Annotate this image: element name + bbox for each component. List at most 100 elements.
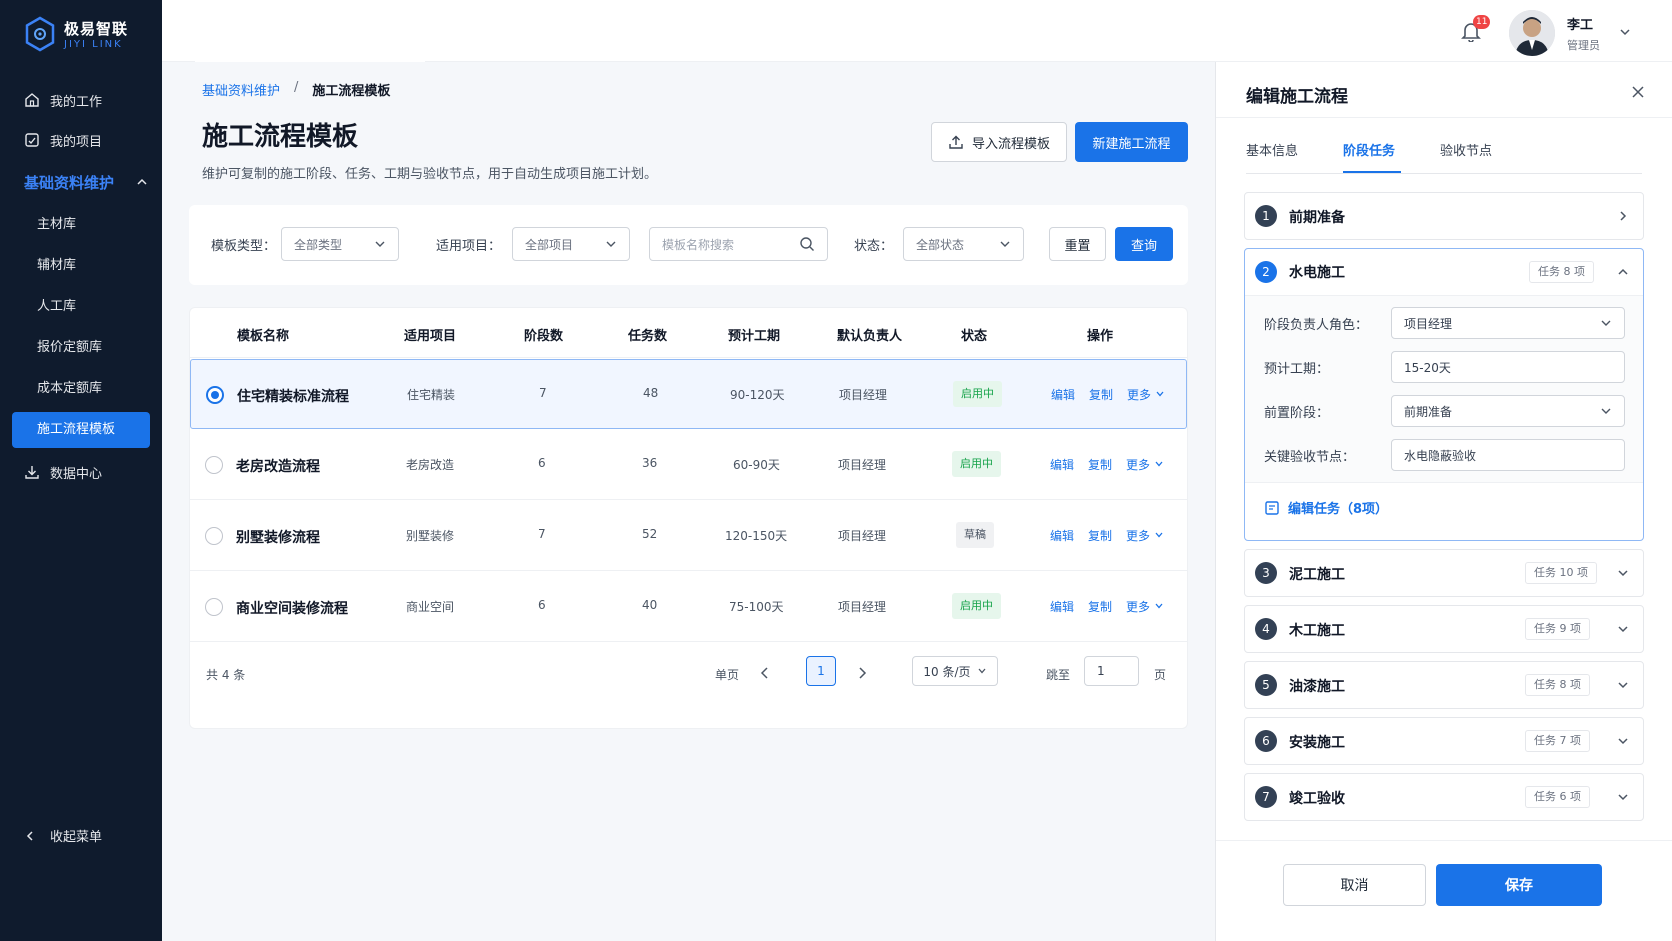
chevron-down-icon[interactable]: [1619, 26, 1631, 38]
edit-link[interactable]: 编辑: [1050, 456, 1074, 473]
user-info[interactable]: 李工 管理员: [1567, 14, 1600, 53]
chevron-down-icon: [1155, 603, 1163, 609]
stage-item[interactable]: 4 木工施工 任务 9 项: [1244, 605, 1644, 653]
stage-number: 4: [1255, 618, 1277, 640]
edit-link[interactable]: 编辑: [1050, 598, 1074, 615]
edit-link[interactable]: 编辑: [1051, 386, 1075, 403]
edit-link[interactable]: 编辑: [1050, 527, 1074, 544]
sidebar-item-process-template[interactable]: 施工流程模板: [12, 412, 150, 448]
copy-link[interactable]: 复制: [1089, 386, 1113, 403]
copy-link[interactable]: 复制: [1088, 456, 1112, 473]
row-project: 别墅装修: [406, 529, 455, 543]
status-select[interactable]: 全部状态: [903, 227, 1024, 261]
more-label: 更多: [1126, 529, 1151, 543]
row-duration: 60-90天: [733, 458, 780, 472]
row-radio[interactable]: [206, 386, 224, 404]
close-icon[interactable]: [1630, 84, 1646, 100]
project-select[interactable]: 全部项目: [512, 227, 630, 261]
copy-link[interactable]: 复制: [1088, 598, 1112, 615]
chevron-down-icon: [978, 668, 986, 674]
avatar[interactable]: [1509, 10, 1555, 56]
sidebar-item-my-projects[interactable]: 我的项目: [0, 120, 162, 160]
breadcrumb-parent[interactable]: 基础资料维护: [202, 80, 280, 99]
more-label: 更多: [1127, 388, 1152, 402]
tab-basic-info[interactable]: 基本信息: [1246, 140, 1298, 159]
breadcrumb: 基础资料维护 / 施工流程模板: [202, 80, 390, 99]
more-link[interactable]: 更多: [1126, 456, 1164, 473]
prev-stage-select[interactable]: 前期准备: [1391, 395, 1625, 427]
chevron-down-icon: [1601, 408, 1611, 414]
download-icon: [25, 466, 39, 479]
page-size-value: 10 条/页: [923, 664, 971, 679]
more-link[interactable]: 更多: [1126, 527, 1164, 544]
edit-tasks-button[interactable]: 编辑任务（8项）: [1264, 498, 1388, 517]
sidebar-group-basic-data[interactable]: 基础资料维护: [0, 160, 162, 204]
stage-task-count: 任务 6 项: [1525, 786, 1590, 808]
tab-acceptance-nodes[interactable]: 验收节点: [1440, 140, 1492, 159]
jump-input[interactable]: 1: [1084, 656, 1139, 686]
stage-item[interactable]: 3 泥工施工 任务 10 项: [1244, 549, 1644, 597]
stage-item[interactable]: 5 油漆施工 任务 8 项: [1244, 661, 1644, 709]
sidebar-item-main-materials[interactable]: 主材库: [0, 204, 162, 245]
duration-input[interactable]: 15-20天: [1391, 351, 1625, 383]
header-ops: 操作: [1087, 329, 1114, 344]
jump-label: 跳至: [1046, 668, 1071, 682]
page-size-select[interactable]: 10 条/页: [912, 656, 998, 686]
chevron-down-icon: [1618, 794, 1628, 801]
tab-stage-tasks[interactable]: 阶段任务: [1343, 140, 1395, 159]
collapse-menu-label: 收起菜单: [50, 830, 103, 845]
role-select[interactable]: 项目经理: [1391, 307, 1625, 339]
stage-name: 泥工施工: [1289, 567, 1345, 583]
sidebar-item-quote-quota[interactable]: 报价定额库: [0, 327, 162, 368]
row-radio[interactable]: [205, 598, 223, 616]
reset-button[interactable]: 重置: [1049, 227, 1106, 261]
collapse-menu-button[interactable]: 收起菜单: [24, 826, 102, 845]
check-node-input[interactable]: 水电隐蔽验收: [1391, 439, 1625, 471]
stage-item[interactable]: 1 前期准备: [1244, 192, 1644, 240]
sidebar-item-data-center[interactable]: 数据中心: [0, 452, 162, 492]
row-name: 商业空间装修流程: [236, 601, 348, 617]
filter-status-label: 状态：: [854, 239, 894, 254]
stage-number: 3: [1255, 562, 1277, 584]
chevron-down-icon: [1618, 682, 1628, 689]
sidebar-item-my-work[interactable]: 我的工作: [0, 80, 162, 120]
logo-text-en: JIYI LINK: [64, 39, 123, 50]
sidebar-item-aux-materials[interactable]: 辅材库: [0, 245, 162, 286]
project-value: 全部项目: [525, 237, 574, 252]
table-row[interactable]: 老房改造流程 老房改造 6 36 60-90天 项目经理 启用中 编辑 复制 更…: [190, 430, 1187, 500]
stage-item[interactable]: 6 安装施工 任务 7 项: [1244, 717, 1644, 765]
chevron-right-icon: [1620, 211, 1627, 221]
template-type-select[interactable]: 全部类型: [281, 227, 399, 261]
stage-header[interactable]: 2 水电施工 任务 8 项: [1245, 249, 1643, 295]
table-header: 模板名称 适用项目 阶段数 任务数 预计工期 默认负责人 状态 操作: [190, 308, 1187, 358]
more-link[interactable]: 更多: [1127, 386, 1165, 403]
row-radio[interactable]: [205, 527, 223, 545]
row-radio[interactable]: [205, 456, 223, 474]
sidebar-item-labor[interactable]: 人工库: [0, 286, 162, 327]
table-row[interactable]: 住宅精装标准流程 住宅精装 7 48 90-120天 项目经理 启用中 编辑 复…: [190, 359, 1187, 429]
stage-item[interactable]: 7 竣工验收 任务 6 项: [1244, 773, 1644, 821]
chevron-left-icon[interactable]: [758, 666, 772, 680]
cancel-button[interactable]: 取消: [1283, 864, 1426, 906]
table-row[interactable]: 商业空间装修流程 商业空间 6 40 75-100天 项目经理 启用中 编辑 复…: [190, 572, 1187, 642]
template-table: 模板名称 适用项目 阶段数 任务数 预计工期 默认负责人 状态 操作 住宅精装标…: [189, 307, 1188, 729]
pagination-total: 共 4 条: [206, 668, 246, 682]
pagination: 共 4 条 单页 1 10 条/页 跳至 1 页: [190, 648, 1187, 708]
query-button[interactable]: 查询: [1115, 227, 1173, 261]
template-search-input[interactable]: 模板名称搜索: [649, 227, 828, 261]
page-number-button[interactable]: 1: [806, 656, 836, 686]
stage-task-count: 任务 10 项: [1525, 562, 1597, 584]
chevron-right-icon[interactable]: [855, 666, 869, 680]
save-button[interactable]: 保存: [1436, 864, 1602, 906]
home-icon: [25, 93, 39, 107]
sidebar-item-cost-quota[interactable]: 成本定额库: [0, 368, 162, 409]
table-row[interactable]: 别墅装修流程 别墅装修 7 52 120-150天 项目经理 草稿 编辑 复制 …: [190, 501, 1187, 571]
copy-link[interactable]: 复制: [1088, 527, 1112, 544]
chevron-down-icon: [1000, 241, 1010, 247]
chevron-down-icon: [1156, 391, 1164, 397]
role-value: 项目经理: [1404, 316, 1453, 331]
import-template-button[interactable]: 导入流程模板: [931, 122, 1067, 162]
breadcrumb-current: 施工流程模板: [312, 84, 391, 99]
new-process-button[interactable]: 新建施工流程: [1075, 122, 1188, 162]
more-link[interactable]: 更多: [1126, 598, 1164, 615]
